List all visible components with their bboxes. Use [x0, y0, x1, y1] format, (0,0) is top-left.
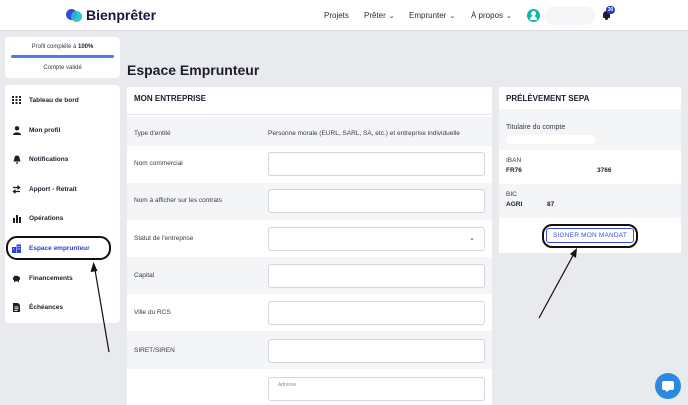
annotation-arrow-sidebar [93, 263, 110, 353]
annotation-arrow-sign [538, 249, 577, 319]
annotation-arrowhead [90, 262, 98, 272]
annotation-arrowhead [570, 248, 577, 258]
annotation-arrows [90, 248, 577, 353]
